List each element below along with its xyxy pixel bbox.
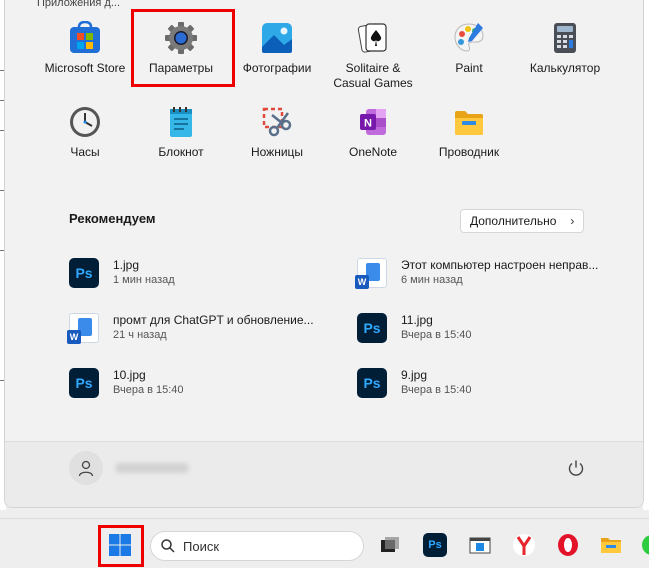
chevron-right-icon: › (570, 214, 575, 228)
recommended-title: Рекомендуем (69, 211, 156, 226)
pinned-app-paint[interactable]: Paint (421, 17, 517, 93)
photoshop-icon: Ps (357, 313, 387, 343)
app-window-icon[interactable] (468, 533, 492, 557)
recommended-item-name: промт для ChatGPT и обновление... (113, 313, 314, 327)
pinned-app-settings[interactable]: Параметры (133, 17, 229, 93)
microsoft-store-icon (68, 20, 102, 55)
recommended-item-name: 9.jpg (401, 368, 428, 382)
power-button[interactable] (561, 453, 591, 483)
yandex-browser-icon[interactable] (512, 533, 536, 557)
recommended-item-name: Этот компьютер настроен неправ... (401, 258, 599, 272)
recommended-item[interactable]: W промт для ChatGPT и обновление... 21 ч… (67, 311, 339, 351)
task-view-icon[interactable] (378, 533, 402, 557)
start-button-highlight-box (98, 525, 144, 567)
recommended-item-time: 1 мин назад (113, 274, 175, 286)
word-document-icon: W (67, 313, 99, 344)
recommended-item-time: Вчера в 15:40 (113, 384, 184, 396)
pinned-app-snipping-tool[interactable]: Ножницы (229, 101, 325, 177)
snipping-tool-icon (260, 105, 294, 139)
app-label: Paint (455, 61, 483, 75)
pinned-app-file-explorer[interactable]: Проводник (421, 101, 517, 177)
search-placeholder: Поиск (183, 538, 220, 554)
settings-gear-icon (164, 21, 198, 55)
photoshop-icon: Ps (357, 368, 387, 398)
user-avatar[interactable] (69, 451, 103, 485)
word-document-icon: W (355, 258, 387, 289)
file-explorer-taskbar-icon[interactable] (599, 533, 623, 557)
pinned-app-notepad[interactable]: Блокнот (133, 101, 229, 177)
onenote-icon: N (356, 105, 390, 139)
recommended-item-time: 21 ч назад (113, 329, 167, 341)
pinned-header: Приложения д... (37, 0, 120, 9)
recommended-item-time: 6 мин назад (401, 274, 463, 286)
app-label: Параметры (149, 61, 213, 75)
svg-text:N: N (364, 118, 372, 130)
app-label: Microsoft Store (44, 61, 126, 75)
app-label: Калькулятор (529, 61, 601, 75)
app-label: Ножницы (250, 145, 304, 159)
taskbar: Поиск Ps (0, 518, 649, 568)
pinned-app-solitaire[interactable]: Solitaire & Casual Games (325, 17, 421, 93)
recommended-item-name: 10.jpg (113, 368, 146, 382)
file-explorer-icon (452, 105, 486, 139)
photos-icon (260, 21, 294, 55)
power-icon (568, 460, 584, 476)
green-app-icon[interactable] (640, 533, 649, 557)
app-label: Фотографии (242, 61, 312, 75)
photoshop-icon: Ps (69, 368, 99, 398)
pinned-app-photos[interactable]: Фотографии (229, 17, 325, 93)
recommended-item[interactable]: Ps 1.jpg 1 мин назад (69, 256, 339, 296)
notepad-icon (164, 105, 198, 139)
clock-icon (68, 105, 102, 139)
app-label: OneNote (348, 145, 398, 159)
app-label: Solitaire & Casual Games (333, 61, 413, 90)
solitaire-icon (356, 21, 390, 55)
more-button[interactable]: Дополнительно › (460, 209, 584, 233)
app-label: Проводник (438, 145, 500, 159)
app-label: Блокнот (158, 145, 204, 159)
start-menu: Приложения д... Microsoft Store Параметр… (4, 0, 644, 508)
pinned-app-onenote[interactable]: N OneNote (325, 101, 421, 177)
recommended-item-name: 1.jpg (113, 258, 140, 272)
user-name-blurred[interactable] (115, 463, 189, 473)
search-icon (161, 539, 175, 553)
opera-browser-icon[interactable] (556, 533, 580, 557)
user-icon (78, 460, 94, 477)
photoshop-icon: Ps (69, 258, 99, 288)
calculator-icon (548, 21, 582, 55)
pinned-app-calculator[interactable]: Калькулятор (517, 17, 613, 93)
recommended-item[interactable]: Ps 9.jpg Вчера в 15:40 (357, 366, 627, 406)
more-button-label: Дополнительно (470, 214, 557, 228)
recommended-item-time: Вчера в 15:40 (401, 329, 472, 341)
recommended-item[interactable]: Ps 10.jpg Вчера в 15:40 (69, 366, 339, 406)
recommended-item[interactable]: W Этот компьютер настроен неправ... 6 ми… (355, 256, 627, 296)
recommended-item-name: 11.jpg (401, 313, 433, 327)
photoshop-taskbar-icon[interactable]: Ps (423, 533, 447, 557)
taskbar-search-box[interactable]: Поиск (150, 531, 364, 561)
recommended-item-time: Вчера в 15:40 (401, 384, 472, 396)
recommended-item[interactable]: Ps 11.jpg Вчера в 15:40 (357, 311, 627, 351)
pinned-app-microsoft-store[interactable]: Microsoft Store (37, 17, 133, 93)
paint-icon (452, 21, 486, 55)
app-label: Часы (70, 145, 100, 159)
pinned-app-clock[interactable]: Часы (37, 101, 133, 177)
